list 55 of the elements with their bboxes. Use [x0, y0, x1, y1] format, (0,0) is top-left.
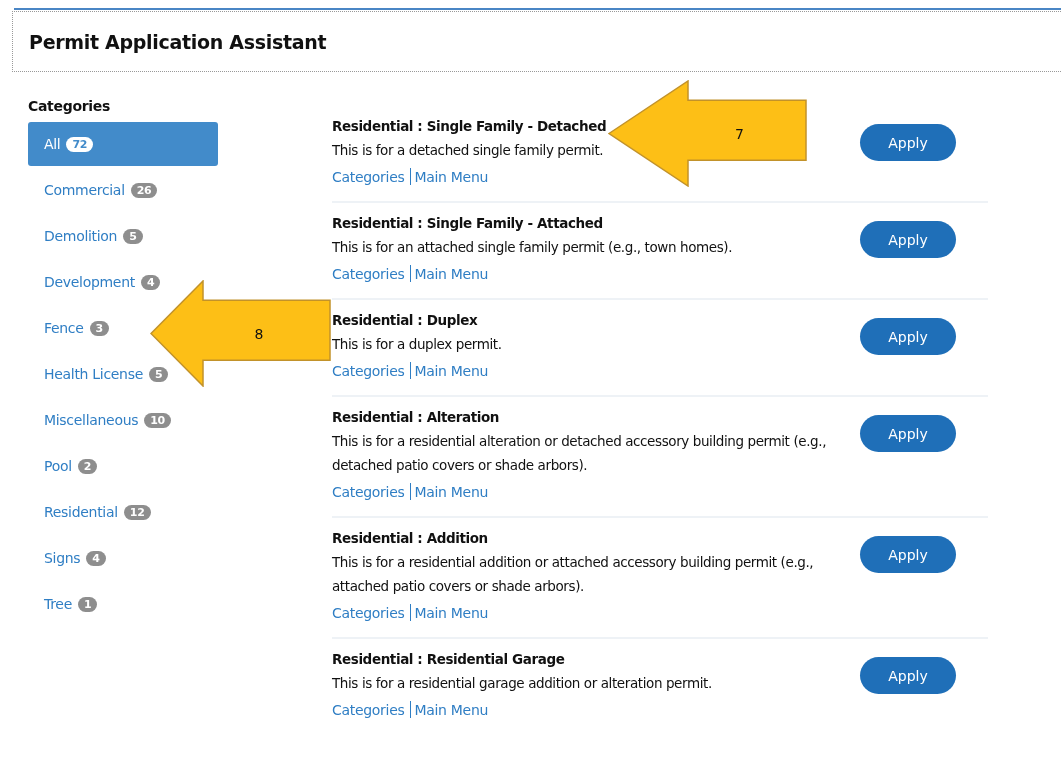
nav-link[interactable]: Categories: [332, 604, 405, 621]
count-badge: 4: [86, 550, 106, 566]
category-item[interactable]: Residential 12: [28, 490, 159, 534]
category-item[interactable]: Health License 5: [28, 352, 177, 396]
permit-description: This is for an attached single family permit (e.g., town homes).: [332, 238, 733, 257]
category-item[interactable]: Demolition 5: [28, 214, 151, 258]
apply-button[interactable]: Apply: [860, 536, 956, 573]
nav-link[interactable]: Categories: [332, 168, 405, 185]
category-item[interactable]: Fence 3: [28, 306, 117, 350]
category-item[interactable]: Tree 1: [28, 582, 106, 626]
nav-link[interactable]: Main Menu: [414, 604, 489, 621]
nav-link[interactable]: Categories: [332, 701, 405, 718]
permit-title: Residential : Alteration: [332, 409, 500, 425]
permit-description: This is for a residential garage addition or alteration permit.: [332, 674, 712, 693]
count-badge: 12: [123, 504, 151, 520]
permit-description: This is for a duplex permit.: [332, 335, 502, 354]
nav-link[interactable]: Main Menu: [414, 362, 489, 379]
nav-link[interactable]: Main Menu: [414, 701, 489, 718]
nav-link[interactable]: Categories: [332, 362, 405, 379]
apply-button[interactable]: Apply: [860, 318, 956, 355]
category-item[interactable]: All 72: [28, 122, 218, 166]
nav-link[interactable]: Categories: [332, 265, 405, 282]
category-item[interactable]: Commercial 26: [28, 168, 166, 212]
permit-title: Residential : Single Family - Attached: [332, 215, 603, 231]
category-item[interactable]: Miscellaneous 10: [28, 398, 179, 442]
permit-title: Residential : Duplex: [332, 312, 478, 328]
permit-title: Residential : Residential Garage: [332, 651, 565, 667]
permit-title: Residential : Single Family - Detached: [332, 118, 607, 134]
apply-button[interactable]: Apply: [860, 415, 956, 452]
nav-link[interactable]: Main Menu: [414, 168, 489, 185]
sidebar-heading: Categories: [28, 98, 112, 114]
count-badge: 4: [140, 274, 161, 290]
nav-link[interactable]: Main Menu: [414, 483, 489, 500]
category-item[interactable]: Pool 2: [28, 444, 106, 488]
count-badge: 5: [149, 366, 169, 382]
count-badge: 3: [89, 320, 109, 336]
page-title: Permit Application Assistant: [29, 30, 327, 53]
apply-button[interactable]: Apply: [860, 657, 956, 694]
count-badge: 72: [66, 136, 94, 152]
permit-description: This is for a residential addition or attached accessory building permit (e.g., attached patio covers or shade arbors).: [332, 553, 815, 596]
category-item[interactable]: Signs 4: [28, 536, 114, 580]
callout-arrow: 7: [608, 80, 807, 187]
nav-link[interactable]: Categories: [332, 483, 405, 500]
category-item[interactable]: Development 4: [28, 260, 169, 304]
count-badge: 26: [130, 182, 158, 198]
count-badge: 1: [78, 596, 98, 612]
apply-button[interactable]: Apply: [860, 221, 956, 258]
apply-button[interactable]: Apply: [860, 124, 956, 161]
nav-link[interactable]: Main Menu: [414, 265, 489, 282]
count-badge: 5: [123, 228, 143, 244]
permit-description: This is for a detached single family permit.: [332, 141, 604, 160]
count-badge: 2: [77, 458, 98, 474]
permit-title: Residential : Addition: [332, 530, 488, 546]
permit-description: This is for a residential alteration or detached accessory building permit (e.g., detached patio covers or shade arbors).: [332, 432, 828, 475]
count-badge: 10: [144, 412, 171, 428]
